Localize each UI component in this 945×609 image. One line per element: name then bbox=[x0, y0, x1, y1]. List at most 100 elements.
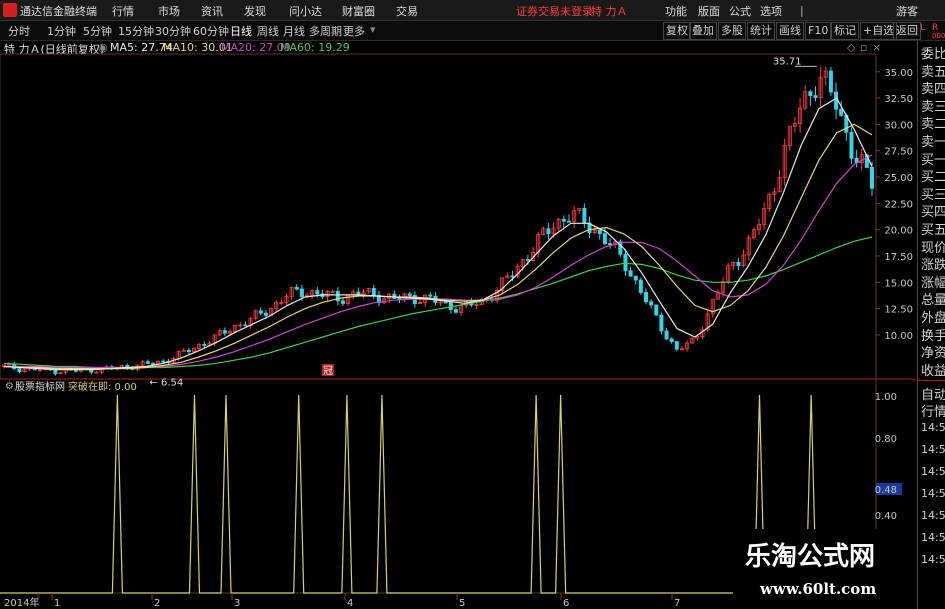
candle-body bbox=[510, 275, 515, 278]
candle-body bbox=[870, 167, 875, 189]
quote-field-label: 收益 bbox=[921, 363, 945, 379]
xtick-label: 4 bbox=[347, 598, 353, 609]
candle-body bbox=[150, 363, 155, 365]
tick-time-label: 14:50 bbox=[921, 531, 945, 544]
indicator-ytick: 0.48 bbox=[875, 485, 897, 496]
candle-body bbox=[669, 338, 674, 342]
menu-market[interactable]: 市场 bbox=[158, 3, 180, 19]
adjust-button[interactable]: 复权 bbox=[663, 22, 691, 40]
candle-body bbox=[407, 293, 412, 296]
candlestick-series bbox=[2, 66, 875, 376]
candle-body bbox=[644, 292, 649, 303]
menu-ask[interactable]: 问小达 bbox=[289, 3, 322, 19]
period-tab-selected[interactable]: 日线 bbox=[230, 23, 252, 39]
candle-body bbox=[633, 275, 638, 281]
candle-body bbox=[340, 300, 345, 304]
f10-button[interactable]: F10 bbox=[805, 22, 832, 40]
quote-field-label: 买一 bbox=[921, 152, 945, 168]
candle-body bbox=[813, 95, 818, 98]
stats-button[interactable]: 统计 bbox=[747, 22, 775, 40]
watermark-title: 乐淘公式网 bbox=[745, 542, 876, 572]
menu-wealth[interactable]: 财富圈 bbox=[342, 3, 375, 19]
period-tab-more[interactable]: 更多 bbox=[343, 23, 365, 39]
quote-field-label: 买三 bbox=[921, 187, 945, 203]
candle-body bbox=[597, 229, 602, 235]
draw-button[interactable]: 画线 bbox=[776, 22, 804, 40]
candle-body bbox=[202, 344, 207, 346]
candle-body bbox=[222, 330, 227, 334]
candle-body bbox=[258, 310, 263, 314]
period-tab[interactable]: 多周期 bbox=[309, 23, 342, 39]
period-tab[interactable]: 分时 bbox=[8, 23, 30, 39]
indicator-series-label: 突破在即: 0.00 bbox=[68, 380, 137, 393]
multi-stock-button[interactable]: 多股 bbox=[718, 22, 746, 40]
candle-body bbox=[371, 288, 376, 296]
menu-layout[interactable]: 版面 bbox=[698, 3, 720, 19]
xtick-label: 1 bbox=[54, 598, 60, 609]
candle-body bbox=[649, 301, 654, 306]
tick-time-label: 14:50 bbox=[921, 487, 945, 500]
candle-body bbox=[356, 291, 361, 295]
candle-body bbox=[161, 360, 166, 363]
candle-body bbox=[546, 228, 551, 235]
candle-body bbox=[808, 91, 813, 96]
period-tab[interactable]: 周线 bbox=[257, 23, 279, 39]
quote-field-label: 现价 bbox=[921, 240, 945, 256]
period-tab[interactable]: 5分钟 bbox=[83, 23, 112, 39]
tick-time-label: 14:50 bbox=[921, 443, 945, 456]
candle-body bbox=[736, 261, 741, 266]
quote-field-label: 买四 bbox=[921, 205, 945, 221]
menu-formula[interactable]: 公式 bbox=[729, 3, 751, 19]
candle-body bbox=[623, 253, 628, 272]
menu-discover[interactable]: 发现 bbox=[244, 3, 266, 19]
ytick-label: 32.50 bbox=[884, 94, 913, 105]
watermark-url: www.60lt.com bbox=[760, 580, 877, 598]
quote-field-label: 委比 bbox=[921, 47, 945, 62]
period-tab[interactable]: 30分钟 bbox=[155, 23, 191, 39]
menu-quotes[interactable]: 行情 bbox=[112, 3, 134, 19]
quote-field-label: 净资 bbox=[921, 346, 945, 362]
xtick-label: 6 bbox=[563, 598, 569, 609]
candle-body bbox=[443, 301, 448, 304]
more-chevron-icon[interactable]: ▾ bbox=[370, 23, 376, 36]
chart-area: 10.00 12.50 15.00 17.50 20.00 22.50 25.00 27.50… bbox=[0, 53, 917, 609]
ytick-label: 17.50 bbox=[884, 252, 913, 263]
candle-body bbox=[448, 301, 453, 310]
overlay-button[interactable]: 叠加 bbox=[689, 22, 717, 40]
period-tab[interactable]: 月线 bbox=[283, 23, 305, 39]
menu-news[interactable]: 资讯 bbox=[201, 3, 223, 19]
mark-button[interactable]: 标记 bbox=[831, 22, 859, 40]
login-status[interactable]: 证券交易未登录 bbox=[516, 3, 593, 19]
candle-body bbox=[834, 91, 839, 110]
back-button[interactable]: 返回 bbox=[893, 22, 921, 40]
ytick-label: 25.00 bbox=[884, 173, 913, 184]
tick-time-label: 14:50 bbox=[921, 553, 945, 566]
quote-field-label: 买五 bbox=[921, 223, 945, 238]
menu-options[interactable]: 选项 bbox=[760, 3, 782, 19]
candle-body bbox=[664, 330, 669, 340]
quote-field-label: 买二 bbox=[921, 170, 945, 186]
title-stock-name: 特 力Ａ bbox=[591, 5, 628, 18]
period-tab[interactable]: 15分钟 bbox=[118, 23, 154, 39]
candle-body bbox=[392, 293, 397, 299]
ytick-label: 35.00 bbox=[884, 68, 913, 79]
menu-divider: | bbox=[800, 4, 804, 17]
candle-body bbox=[828, 70, 833, 93]
candle-body bbox=[654, 304, 659, 316]
guest-label[interactable]: 游客 bbox=[896, 3, 918, 19]
quote-field-label: 卖五 bbox=[921, 64, 945, 80]
panel-market-label[interactable]: 行情 bbox=[921, 401, 945, 420]
indicator-ytick: 0.40 bbox=[875, 511, 897, 522]
tick-time-label: 14:50 bbox=[921, 465, 945, 478]
menu-trade[interactable]: 交易 bbox=[396, 3, 418, 19]
candle-body bbox=[145, 361, 150, 364]
add-watchlist-button[interactable]: +自选 bbox=[860, 22, 898, 40]
quote-field-label: 涨幅 bbox=[921, 275, 945, 291]
low-label: ← 6.54 bbox=[149, 377, 183, 388]
candle-body bbox=[659, 314, 664, 332]
menu-function[interactable]: 功能 bbox=[665, 3, 687, 19]
period-tab[interactable]: 1分钟 bbox=[47, 23, 76, 39]
title-bar: 通达信金融终端 行情 市场 资讯 发现 问小达 财富圈 交易 证券交易未登录 特… bbox=[0, 0, 945, 21]
period-tab[interactable]: 60分钟 bbox=[193, 23, 229, 39]
candle-body bbox=[525, 259, 530, 261]
